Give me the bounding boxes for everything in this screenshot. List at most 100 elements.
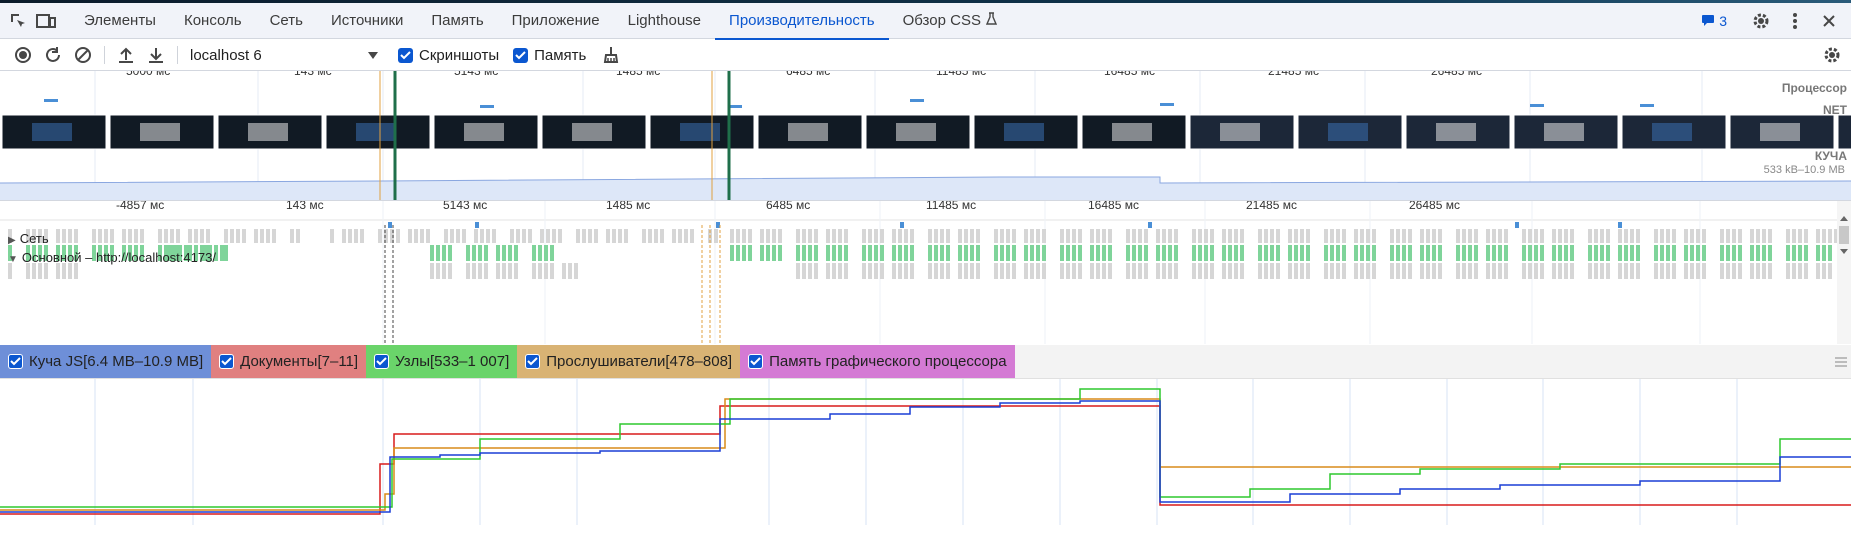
inspect-element-icon[interactable] [4,7,32,35]
flame-block [594,229,598,243]
flame-block [946,245,950,261]
flame-block [414,229,418,243]
settings-gear-icon[interactable] [1747,7,1775,35]
flame-block [910,245,914,261]
flame-block [624,229,628,243]
tab-7[interactable]: Производительность [715,3,889,40]
flame-block [1066,263,1070,279]
flame-block [1000,263,1004,279]
flame-block [426,229,430,243]
flame-block [1564,245,1568,261]
record-button[interactable] [8,41,38,69]
flame-block [442,263,446,279]
flame-block [1300,263,1304,279]
flame-block [1372,263,1376,279]
flame-block [1372,229,1376,243]
counter-toggle-4[interactable]: Память графического процессора [740,345,1015,378]
flame-block [928,263,932,279]
flame-block [450,229,454,243]
flame-block [1420,229,1424,243]
tab-2[interactable]: Сеть [256,3,317,39]
flame-block [940,263,944,279]
flame-chart[interactable]: -4857 мс 143 мс 5143 мс 1485 мс 6485 мс 11485… [0,201,1851,344]
network-activity-mark [910,99,924,102]
flame-block [1522,245,1526,261]
counter-toggle-1[interactable]: Документы[7–11] [211,345,367,378]
flame-block [1198,245,1202,261]
flame-chart-canvas [0,201,1851,344]
ruler-tick-label: 6485 мс [786,71,831,78]
issues-counter[interactable]: 3 [1701,13,1741,29]
counter-toggle-0[interactable]: Куча JS[6.4 MB–10.9 MB] [0,345,212,378]
flame-block [514,245,518,261]
flame-block [1456,263,1460,279]
flame-block [748,229,752,243]
flame-block [1300,229,1304,243]
flame-scrollbar[interactable] [1837,201,1851,344]
counter-toggle-3[interactable]: Прослушиватели[478–808] [517,345,741,378]
flame-block [964,229,968,243]
close-devtools-icon[interactable] [1815,7,1843,35]
tab-0[interactable]: Элементы [70,3,170,39]
profile-select[interactable]: localhost 6 [184,43,384,67]
flame-block [1162,229,1166,243]
tab-4[interactable]: Память [417,3,497,39]
flame-block [236,229,240,243]
checkbox-checked-icon [398,47,413,63]
save-profile-button[interactable] [141,41,171,69]
flame-block [540,229,544,243]
flame-block [832,245,836,261]
flame-block [342,229,346,243]
counter-toggle-2[interactable]: Узлы[533–1 007] [366,345,518,378]
tab-3[interactable]: Источники [317,3,417,39]
ruler-tick-label: 5143 мс [454,71,499,78]
flame-block [552,229,556,243]
download-icon [149,48,163,63]
screenshots-checkbox[interactable]: Скриншоты [398,47,499,64]
tab-6[interactable]: Lighthouse [614,3,715,39]
clear-button[interactable] [68,41,98,69]
device-toolbar-icon[interactable] [32,7,60,35]
flame-block [1654,245,1658,261]
tab-8[interactable]: Обзор CSS [889,3,1011,39]
flame-block [1060,229,1064,243]
flame-block [1066,229,1070,243]
experimental-flask-icon [985,11,998,29]
tab-1[interactable]: Консоль [170,3,256,39]
flame-block [1468,245,1472,261]
counters-menu-icon[interactable] [1831,345,1851,378]
capture-settings-button[interactable] [1817,41,1847,69]
flame-block [110,229,114,243]
tab-5[interactable]: Приложение [498,3,614,39]
flame-block [62,263,66,279]
flame-block [242,229,246,243]
main-track-label: Основной – http://localhost:4173/ [21,250,216,265]
toolbar-divider [104,46,105,64]
screenshots-label: Скриншоты [419,46,500,64]
flame-block [430,245,434,261]
timeline-overview[interactable]: 5000 мс 143 мс 5143 мс 1485 мс 6485 мс 11485 … [0,71,1851,201]
flame-block [1474,229,1478,243]
flame-block [1690,263,1694,279]
flame-block [1696,229,1700,243]
flame-block [296,229,300,243]
more-options-icon[interactable] [1781,7,1809,35]
flame-block [430,263,434,279]
reload-record-button[interactable] [38,41,68,69]
documents-line [0,405,1851,515]
upload-icon [119,47,133,63]
memory-checkbox[interactable]: Память [513,47,586,64]
flame-block [1228,245,1232,261]
collect-garbage-button[interactable] [596,41,626,69]
network-track-header[interactable]: ▶ Сеть [8,231,49,246]
flame-block [1702,245,1706,261]
load-profile-button[interactable] [111,41,141,69]
broom-icon [604,47,619,63]
flame-block [1024,229,1028,243]
flame-block [1156,229,1160,243]
flame-block [68,263,72,279]
flame-block [1354,245,1358,261]
flame-block [1156,245,1160,261]
flame-block [224,229,228,243]
main-track-header[interactable]: ▼ Основной – http://localhost:4173/ [8,250,216,265]
